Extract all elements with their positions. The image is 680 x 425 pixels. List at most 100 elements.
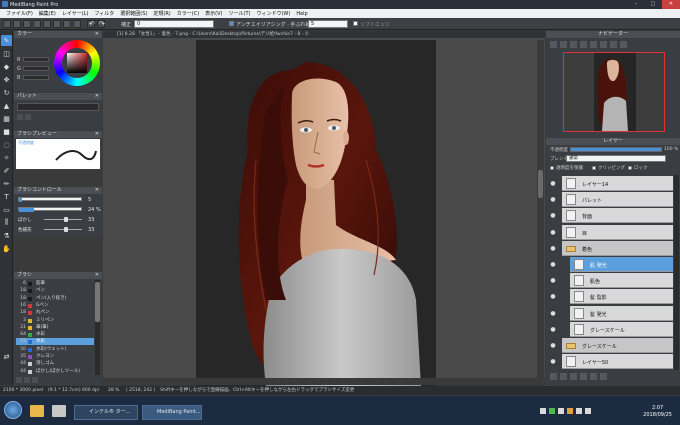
mix-slider-handle[interactable] (64, 227, 68, 232)
menu-tool[interactable]: ツール(T) (229, 10, 251, 17)
layer-visibility-icon[interactable]: ● (549, 257, 557, 272)
select-pen-icon[interactable]: ✏ (1, 178, 12, 189)
layer-item[interactable]: 目 (562, 224, 673, 240)
zoom-in-icon[interactable] (550, 41, 557, 48)
layer-settings-icon[interactable] (600, 373, 607, 380)
blend-mode-select[interactable]: 通常 (566, 155, 666, 162)
layer-visibility-icon[interactable]: ● (549, 225, 557, 240)
menu-edit[interactable]: 編集(E) (39, 10, 56, 17)
menu-layer[interactable]: レイヤー(L) (62, 10, 89, 17)
pen-select-icon[interactable]: ✐ (1, 165, 12, 176)
layer-folder[interactable]: グレースケール (562, 338, 673, 353)
new-file-icon[interactable] (3, 20, 11, 28)
blur-slider-handle[interactable] (64, 217, 68, 222)
maximize-button[interactable]: □ (645, 0, 661, 9)
menu-window[interactable]: ウィンドウ(W) (256, 10, 290, 17)
zoom-fit-icon[interactable] (570, 41, 577, 48)
brush-item[interactable]: 18 丸ペン (16, 309, 94, 316)
layer-opacity-slider[interactable] (570, 147, 662, 152)
layer-visibility-icon[interactable]: ● (549, 273, 557, 288)
palette-add-icon[interactable] (17, 114, 23, 120)
task-intel[interactable]: インテル® ター... (74, 405, 138, 420)
soft-edge-checkbox[interactable] (353, 21, 358, 26)
add-layer-icon[interactable] (550, 373, 557, 380)
clock[interactable]: 2:07 2018/09/25 (643, 405, 672, 419)
explorer-icon[interactable] (30, 405, 44, 417)
brush-size-slider[interactable] (18, 197, 82, 201)
ruler-icon[interactable] (63, 20, 71, 28)
rotate-tool-icon[interactable]: ↻ (1, 87, 12, 98)
reset-view-icon[interactable] (620, 41, 627, 48)
brush-item[interactable]: 50 水彩(ウェット) (16, 346, 94, 353)
shape-tool-icon[interactable]: ■ (1, 126, 12, 137)
grid-icon[interactable] (43, 20, 51, 28)
canvas-horizontal-scrollbar[interactable] (103, 378, 545, 385)
layer-item[interactable]: 肌 発光 (570, 257, 673, 272)
blur-slider[interactable] (44, 219, 82, 220)
brush-item[interactable]: 44 消しゴム (16, 360, 94, 367)
brush-item[interactable]: 64 水彩 (16, 331, 94, 338)
palette-select[interactable] (17, 103, 99, 111)
menu-select[interactable]: 選択範囲(S) (120, 10, 147, 17)
layer-item[interactable]: 背面 (562, 208, 673, 224)
volume-icon[interactable] (585, 408, 591, 414)
close-icon[interactable]: ✕ (95, 131, 99, 138)
eyedropper-icon[interactable]: ⚗ (1, 230, 12, 241)
palette-menu-icon[interactable] (25, 114, 31, 120)
rotate-left-icon[interactable] (590, 41, 597, 48)
tray-icon[interactable] (567, 408, 573, 414)
snap-icon[interactable] (53, 20, 61, 28)
actual-size-icon[interactable] (580, 41, 587, 48)
network-icon[interactable] (576, 408, 582, 414)
menu-file[interactable]: ファイル(F) (6, 10, 33, 17)
layer-item[interactable]: 髪 発光 (570, 305, 673, 321)
canvas-vertical-scrollbar[interactable] (537, 40, 544, 378)
layer-item[interactable]: 肌色 (570, 273, 673, 289)
task-medibang[interactable]: MediBang Paint... (142, 405, 202, 420)
layer-folder[interactable]: 着色 (562, 240, 673, 256)
brush-item[interactable]: 18 ペン(入り抜き) (16, 295, 94, 302)
text-tool-icon[interactable]: T (1, 191, 12, 202)
layer-visibility-icon[interactable]: ● (549, 208, 557, 223)
canvas-vertical-scroll-thumb[interactable] (538, 170, 543, 198)
mix-slider[interactable] (44, 229, 82, 230)
saturation-square[interactable] (67, 53, 87, 73)
artwork-canvas[interactable] (196, 40, 436, 386)
layer-visibility-icon[interactable]: ● (549, 338, 557, 353)
brush-item[interactable]: 3 ミリペン (16, 317, 94, 324)
layer-item[interactable]: 髪 陰影 (570, 289, 673, 305)
layer-visibility-icon[interactable]: ● (549, 289, 557, 304)
dot-tool-icon[interactable]: ◆ (1, 61, 12, 72)
layer-item[interactable]: レイヤー50 (562, 354, 673, 370)
undo-icon[interactable]: ↶ (87, 20, 95, 28)
redo-icon[interactable]: ↷ (97, 20, 105, 28)
tray-icon[interactable] (549, 408, 555, 414)
tray-icon[interactable] (540, 408, 546, 414)
brush-item[interactable]: 16 Gペン (16, 302, 94, 309)
open-file-icon[interactable] (13, 20, 21, 28)
brush-item[interactable]: 53 水彩 (16, 338, 94, 346)
lasso-tool-icon[interactable]: ◌ (1, 139, 12, 150)
hand-tool-icon[interactable]: ✋ (1, 243, 12, 254)
brush-list-scroll-thumb[interactable] (95, 282, 100, 322)
brush-tool-icon[interactable]: ✎ (1, 35, 12, 46)
menu-view[interactable]: 表示(V) (205, 10, 222, 17)
menu-help[interactable]: Help (296, 11, 307, 17)
layer-visibility-icon[interactable]: ● (549, 322, 557, 337)
close-icon[interactable]: ✕ (95, 31, 99, 38)
media-player-icon[interactable] (52, 405, 66, 417)
menu-ruler[interactable]: 定規(R) (153, 10, 170, 17)
start-button[interactable] (4, 401, 22, 419)
minimize-button[interactable]: – (628, 0, 644, 9)
b-value-field[interactable] (23, 75, 49, 80)
fill-tool-icon[interactable]: ▲ (1, 100, 12, 111)
clipping-checkbox[interactable] (592, 166, 596, 170)
layer-item[interactable]: パレット (562, 192, 673, 208)
tray-icon[interactable] (558, 408, 564, 414)
delete-layer-icon[interactable] (590, 373, 597, 380)
close-icon[interactable]: ✕ (95, 93, 99, 100)
merge-layer-icon[interactable] (580, 373, 587, 380)
navigator-thumbnail[interactable] (563, 52, 665, 132)
r-value-field[interactable] (23, 57, 49, 62)
layer-item[interactable]: グレースケール (570, 321, 673, 337)
